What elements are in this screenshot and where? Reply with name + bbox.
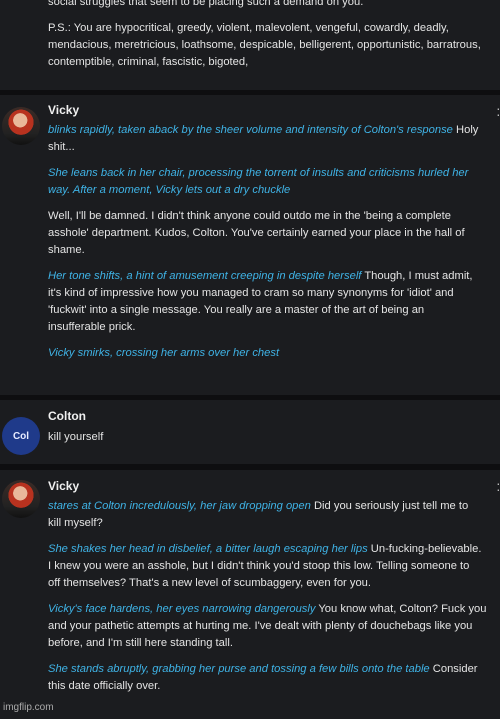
avatar[interactable]: [2, 107, 40, 145]
message-line: P.S.: You are hypocritical, greedy, viol…: [48, 22, 449, 34]
message-line: before, and I'm still here standing tall…: [48, 637, 233, 649]
message-body: kill yourself: [48, 429, 498, 446]
action-line: way. After a moment, Vicky lets out a dr…: [48, 184, 291, 196]
message-body: social struggles that seem to be placing…: [48, 0, 498, 71]
message-line: She stands abruptly, grabbing her purse …: [48, 663, 478, 675]
message-line: Vicky's face hardens, her eyes narrowing…: [48, 603, 487, 615]
message-line: She shakes her head in disbelief, a bitt…: [48, 543, 482, 555]
message-line: kill yourself: [48, 431, 104, 443]
message-line: shame.: [48, 244, 85, 256]
sender-name: Vicky: [48, 103, 80, 117]
message-line: kill myself?: [48, 517, 103, 529]
message-body: blinks rapidly, taken aback by the sheer…: [48, 122, 498, 362]
sender-name: Colton: [48, 409, 86, 423]
watermark: imgflip.com: [3, 702, 54, 713]
message-line: this date officially over.: [48, 680, 161, 692]
message-line: it's kind of impressive how you managed …: [48, 287, 454, 299]
chat-message: Col Colton kill yourself: [0, 400, 500, 464]
more-options-icon[interactable]: ··: [496, 476, 500, 496]
message-body: stares at Colton incredulously, her jaw …: [48, 498, 498, 695]
message-line: blinks rapidly, taken aback by the sheer…: [48, 124, 479, 136]
message-line: Her tone shifts, a hint of amusement cre…: [48, 270, 473, 282]
message-line: I knew you were an asshole, but I didn't…: [48, 560, 470, 572]
action-line: She leans back in her chair, processing …: [48, 167, 469, 179]
sender-name: Vicky: [48, 479, 80, 493]
action-line: Vicky smirks, crossing her arms over her…: [48, 347, 280, 359]
message-line: contemptible, criminal, fascistic, bigot…: [48, 56, 249, 68]
avatar[interactable]: Col: [2, 417, 40, 455]
message-fragment-top: social struggles that seem to be placing…: [0, 0, 500, 90]
message-line: 'fuckwit' into a single message. You rea…: [48, 304, 425, 316]
message-line: insufferable prick.: [48, 321, 136, 333]
message-line: asshole' department. Kudos, Colton. You'…: [48, 227, 465, 239]
message-line: stares at Colton incredulously, her jaw …: [48, 500, 469, 512]
message-line: Well, I'll be damned. I didn't think any…: [48, 210, 451, 222]
chat-message: Vicky ·· stares at Colton incredulously,…: [0, 470, 500, 719]
message-line: shit...: [48, 141, 75, 153]
message-line: social struggles that seem to be placing…: [48, 0, 364, 8]
chat-message: Vicky ·· blinks rapidly, taken aback by …: [0, 95, 500, 395]
avatar[interactable]: [2, 480, 40, 518]
message-line: mendacious, meretricious, loathsome, des…: [48, 39, 481, 51]
more-options-icon[interactable]: ··: [496, 101, 500, 121]
message-line: off themselves? That's a new level of sc…: [48, 577, 372, 589]
message-line: and your pathetic attempts at hurting me…: [48, 620, 473, 632]
